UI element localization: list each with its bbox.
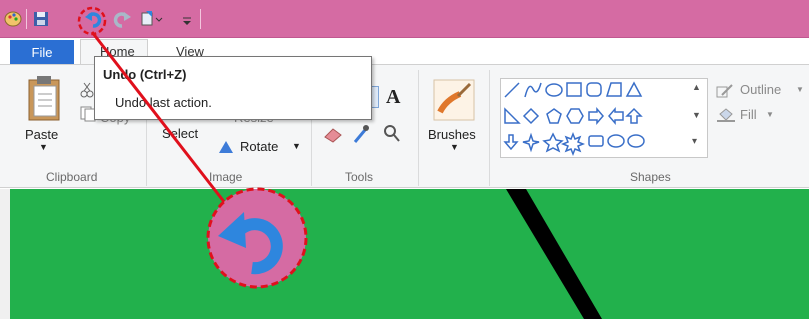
tooltip-description: Undo last action. <box>115 95 212 110</box>
clipboard-group-label: Clipboard <box>46 170 98 184</box>
fill-icon[interactable] <box>716 108 736 125</box>
toolbar-separator <box>200 9 201 29</box>
brushes-label[interactable]: Brushes <box>428 127 476 142</box>
tooltip-title: Undo (Ctrl+Z) <box>103 67 187 82</box>
customize-icon[interactable] <box>140 10 166 28</box>
shapes-gallery-icons <box>503 81 645 157</box>
fill-label[interactable]: Fill <box>740 107 757 122</box>
redo-icon[interactable] <box>112 10 132 28</box>
rotate-dropdown-icon[interactable]: ▼ <box>292 141 301 151</box>
eraser-icon[interactable] <box>323 125 343 146</box>
gallery-scroll-up-icon[interactable]: ▲ <box>692 82 701 92</box>
drawn-line <box>506 189 602 319</box>
magnifier-icon[interactable] <box>383 124 401 147</box>
group-divider <box>489 70 490 186</box>
tools-group-label: Tools <box>345 170 374 184</box>
toolbar-separator <box>26 9 27 29</box>
brushes-dropdown-icon[interactable]: ▼ <box>450 142 459 152</box>
paste-dropdown-icon[interactable]: ▼ <box>39 142 48 152</box>
dropdown-icon[interactable] <box>180 10 194 28</box>
text-tool-icon[interactable]: A <box>386 86 400 109</box>
drawing-canvas[interactable] <box>10 189 809 319</box>
rotate-icon[interactable] <box>218 140 234 157</box>
color-picker-icon[interactable] <box>352 124 370 147</box>
shapes-group-label: Shapes <box>630 170 671 184</box>
undo-tooltip: Undo (Ctrl+Z) Undo last action. <box>94 56 372 120</box>
gallery-expand-icon[interactable]: ▾ <box>692 136 697 147</box>
group-divider <box>418 70 419 186</box>
undo-icon[interactable] <box>84 10 104 28</box>
quick-access-toolbar <box>0 0 809 38</box>
canvas-margin <box>0 189 10 319</box>
rotate-label[interactable]: Rotate <box>240 139 278 154</box>
brushes-icon[interactable] <box>432 78 476 125</box>
tab-file[interactable]: File <box>10 40 74 64</box>
gallery-scroll-down-icon[interactable]: ▼ <box>692 110 701 120</box>
fill-dropdown-icon[interactable]: ▼ <box>766 110 774 119</box>
save-icon[interactable] <box>32 10 50 28</box>
paste-label[interactable]: Paste <box>25 127 58 142</box>
outline-icon[interactable] <box>716 84 734 101</box>
shapes-gallery[interactable] <box>500 78 708 158</box>
paint-app-icon[interactable] <box>4 10 22 28</box>
image-group-label: Image <box>209 170 243 184</box>
outline-dropdown-icon[interactable]: ▼ <box>796 85 804 94</box>
paste-icon[interactable] <box>26 74 64 127</box>
outline-label[interactable]: Outline <box>740 82 781 97</box>
select-label[interactable]: Select <box>162 126 198 141</box>
cut-icon[interactable] <box>80 82 94 101</box>
